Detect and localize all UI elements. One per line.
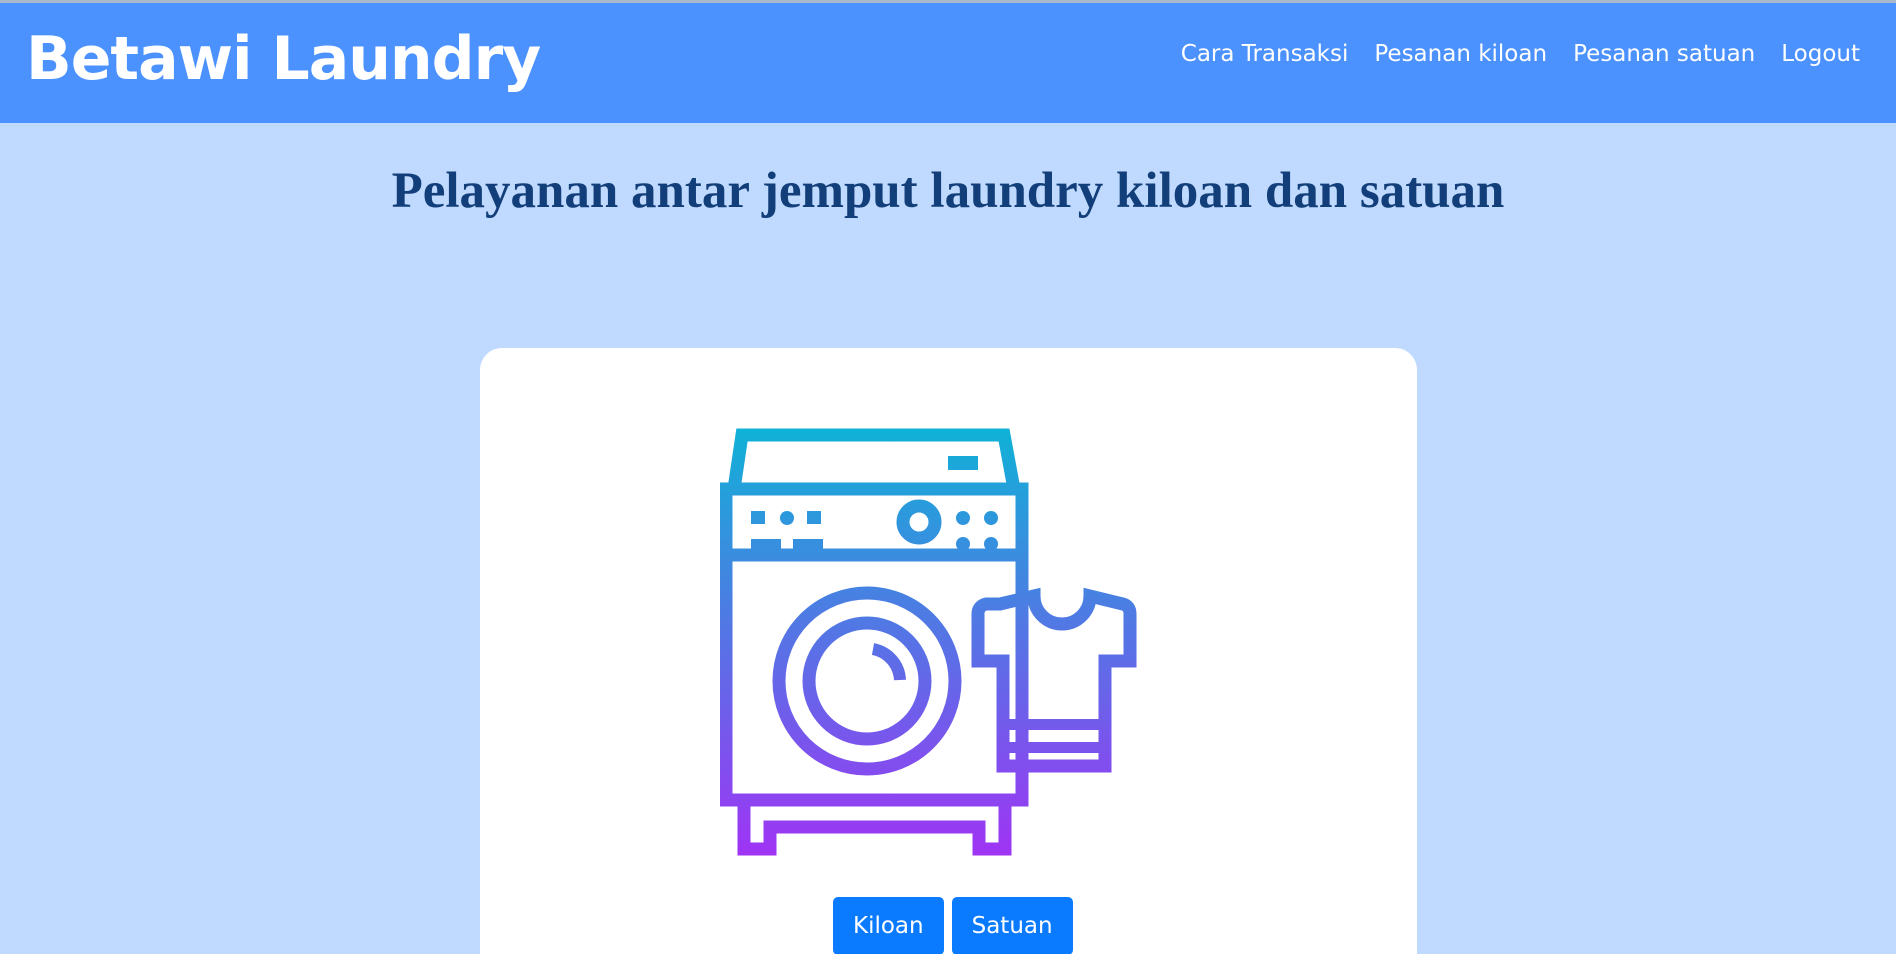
- service-buttons: Kiloan Satuan: [833, 897, 1073, 954]
- nav-link-pesanan-kiloan[interactable]: Pesanan kiloan: [1374, 37, 1547, 71]
- kiloan-button[interactable]: Kiloan: [833, 897, 944, 954]
- page-headline: Pelayanan antar jemput laundry kiloan da…: [391, 163, 1505, 219]
- brand-logo[interactable]: Betawi Laundry: [26, 21, 541, 97]
- nav-link-logout[interactable]: Logout: [1781, 37, 1860, 71]
- nav-links: Cara Transaksi Pesanan kiloan Pesanan sa…: [1181, 37, 1860, 71]
- satuan-button[interactable]: Satuan: [951, 897, 1073, 954]
- service-card: Kiloan Satuan: [480, 348, 1417, 954]
- nav-link-cara-transaksi[interactable]: Cara Transaksi: [1181, 37, 1349, 71]
- washing-machine-with-shirt-icon: [720, 428, 1137, 856]
- nav-link-pesanan-satuan[interactable]: Pesanan satuan: [1573, 37, 1755, 71]
- navbar: Betawi Laundry Cara Transaksi Pesanan ki…: [0, 3, 1896, 123]
